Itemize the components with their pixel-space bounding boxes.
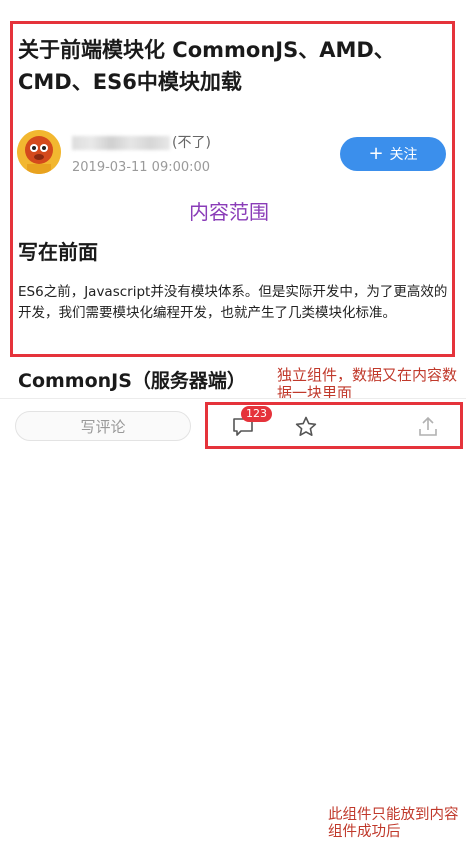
follow-label: 关注: [389, 147, 418, 163]
author-avatar[interactable]: [17, 130, 61, 174]
star-icon[interactable]: [294, 415, 318, 439]
standalone-component-annotation: 独立组件，数据又在内容数据一块里面: [277, 366, 458, 402]
article-title: 关于前端模块化 CommonJS、AMD、CMD、ES6中模块加载: [18, 38, 395, 94]
bottom-action-bar: 写评论 123 此组件只能放到内容组件成功后: [0, 398, 466, 841]
post-timestamp: 2019-03-11 09:00:00: [72, 160, 211, 175]
author-name-redacted: [72, 136, 170, 150]
follow-button[interactable]: + 关注: [340, 137, 446, 171]
placement-note-annotation: 此组件只能放到内容组件成功后: [328, 807, 462, 841]
avatar-image: [17, 130, 61, 174]
next-section-heading: CommonJS（服务器端）: [18, 370, 246, 392]
plus-icon: +: [368, 143, 384, 164]
author-name[interactable]: (不了): [72, 132, 211, 152]
article-paragraph: ES6之前，Javascript并没有模块体系。但是实际开发中，为了更高效的开发…: [18, 284, 448, 321]
share-icon[interactable]: [416, 415, 440, 439]
content-scope-annotation: 内容范围: [189, 200, 269, 224]
comment-count-badge: 123: [241, 406, 272, 422]
section-heading: 写在前面: [18, 240, 98, 264]
author-name-suffix: (不了): [172, 135, 211, 151]
comment-input[interactable]: 写评论: [15, 411, 191, 441]
